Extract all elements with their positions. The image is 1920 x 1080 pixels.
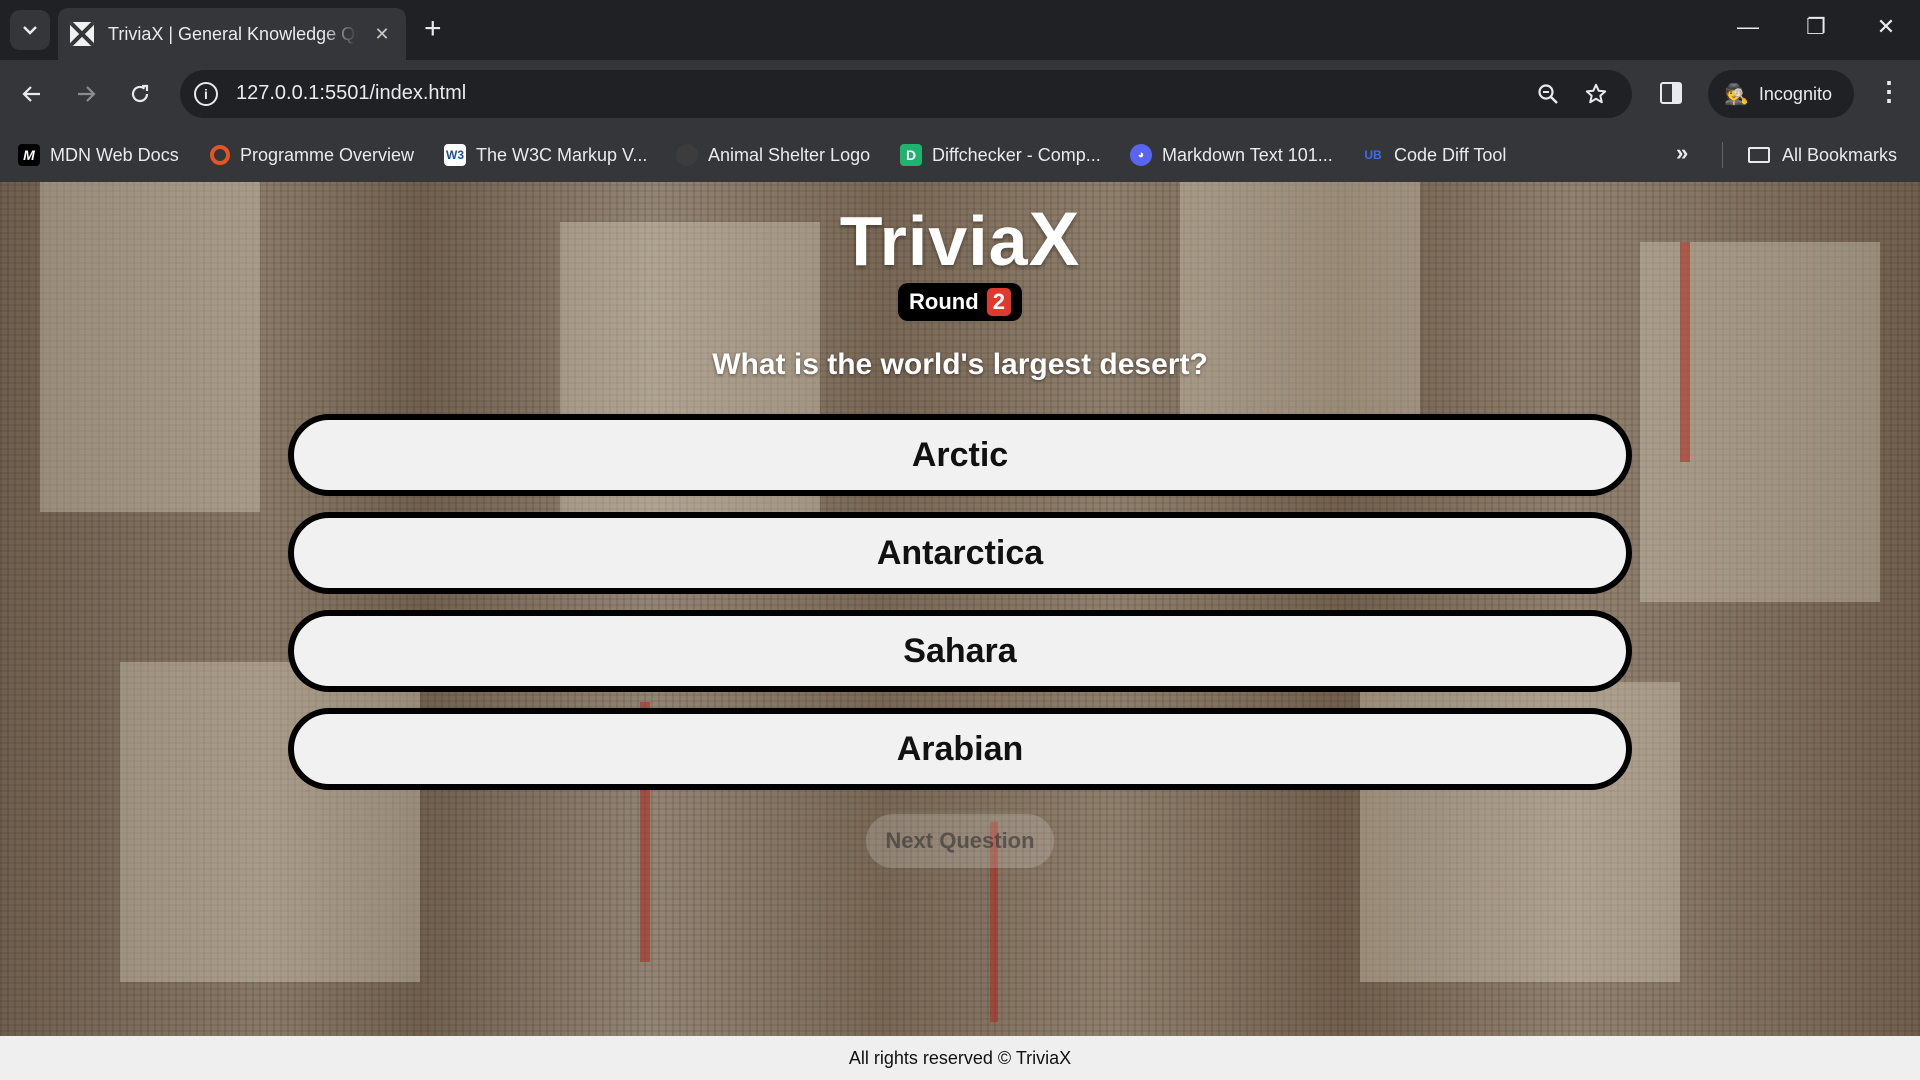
active-tab[interactable]: TriviaX | General Knowledge Quiz ✕ (58, 8, 406, 60)
arrow-right-icon (78, 86, 96, 102)
bookmark-animal-shelter[interactable]: Animal Shelter Logo (676, 142, 870, 168)
bookmark-label: Programme Overview (240, 144, 415, 165)
reload-icon (131, 84, 149, 103)
bookmark-label: MDN Web Docs (50, 144, 179, 165)
github-icon (676, 144, 698, 166)
discord-icon: ◕ (1130, 144, 1152, 166)
triviax-favicon (70, 22, 94, 46)
folder-icon (1748, 147, 1770, 163)
bookmark-label: Code Diff Tool (1394, 144, 1507, 165)
zoom-icon[interactable] (1532, 78, 1564, 110)
round-badge: Round 2 (898, 283, 1022, 321)
bookmark-w3c[interactable]: W3 The W3C Markup V... (444, 142, 647, 168)
incognito-icon: 🕵 (1724, 83, 1749, 106)
answer-button-antarctica[interactable]: Antarctica (288, 512, 1632, 594)
bookmark-diffchecker[interactable]: D Diffchecker - Comp... (900, 142, 1101, 168)
bookmark-label: The W3C Markup V... (476, 144, 648, 165)
round-number: 2 (986, 288, 1011, 316)
mdn-icon: M (18, 144, 40, 166)
answer-list: Arctic Antarctica Sahara Arabian (288, 414, 1632, 806)
kebab-menu-icon[interactable]: ⋮ (1876, 76, 1902, 107)
address-bar[interactable]: i 127.0.0.1:5501/index.html (180, 70, 1632, 118)
bookmark-label: Animal Shelter Logo (708, 144, 871, 165)
browser-toolbar: i 127.0.0.1:5501/index.html 🕵 Incognito … (0, 60, 1920, 128)
back-button[interactable] (14, 76, 50, 112)
restore-button[interactable]: ❐ (1796, 14, 1836, 40)
bookmark-mdn[interactable]: M MDN Web Docs (18, 142, 179, 168)
side-panel-icon[interactable] (1660, 82, 1682, 104)
page-viewport: TriviaX Round 2 What is the world's larg… (0, 182, 1920, 1080)
site-info-icon[interactable]: i (194, 82, 218, 106)
round-label: Round (909, 289, 979, 314)
diffchecker-icon: D (900, 144, 922, 166)
reload-button[interactable] (122, 76, 158, 112)
tab-strip: TriviaX | General Knowledge Quiz ✕ + — ❐… (0, 0, 1920, 60)
bookmark-label: Markdown Text 101... (1162, 144, 1333, 165)
bookmark-star-icon[interactable] (1580, 78, 1612, 110)
all-bookmarks-label: All Bookmarks (1782, 144, 1898, 165)
bookmark-label: Diffchecker - Comp... (932, 144, 1101, 165)
tab-search-button[interactable] (10, 10, 50, 50)
bookmark-programme-overview[interactable]: Programme Overview (210, 142, 414, 168)
background-book-page (1640, 242, 1880, 602)
incognito-label: Incognito (1758, 83, 1832, 104)
arrow-left-icon (22, 86, 40, 102)
more-bookmarks-icon[interactable]: » (1676, 140, 1688, 166)
tab-title: TriviaX | General Knowledge Quiz (108, 23, 358, 44)
code-diff-icon: UB (1364, 148, 1382, 162)
chevron-down-icon (23, 26, 37, 35)
w3c-icon: W3 (444, 144, 466, 166)
incognito-indicator[interactable]: 🕵 Incognito (1708, 70, 1854, 118)
bookmarks-divider (1722, 142, 1723, 168)
tab-close-icon[interactable]: ✕ (370, 24, 394, 45)
bookmark-markdown[interactable]: ◕ Markdown Text 101... (1130, 142, 1333, 168)
bookmarks-bar: M MDN Web Docs Programme Overview W3 The… (0, 128, 1920, 182)
bookmark-code-diff[interactable]: UB Code Diff Tool (1362, 142, 1506, 168)
answer-button-sahara[interactable]: Sahara (288, 610, 1632, 692)
page-footer: All rights reserved © TriviaX (0, 1036, 1920, 1080)
new-tab-button[interactable]: + (424, 14, 442, 44)
minimize-button[interactable]: — (1728, 14, 1768, 40)
ring-icon (210, 145, 230, 165)
answer-button-arabian[interactable]: Arabian (288, 708, 1632, 790)
forward-button[interactable] (68, 76, 104, 112)
all-bookmarks-button[interactable]: All Bookmarks (1748, 142, 1897, 168)
answer-button-arctic[interactable]: Arctic (288, 414, 1632, 496)
triviax-logo: TriviaX (839, 197, 1081, 282)
url-text[interactable]: 127.0.0.1:5501/index.html (236, 82, 466, 105)
close-window-button[interactable]: ✕ (1866, 14, 1906, 40)
question-text: What is the world's largest desert? (712, 348, 1208, 381)
next-question-button[interactable]: Next Question (866, 814, 1054, 868)
